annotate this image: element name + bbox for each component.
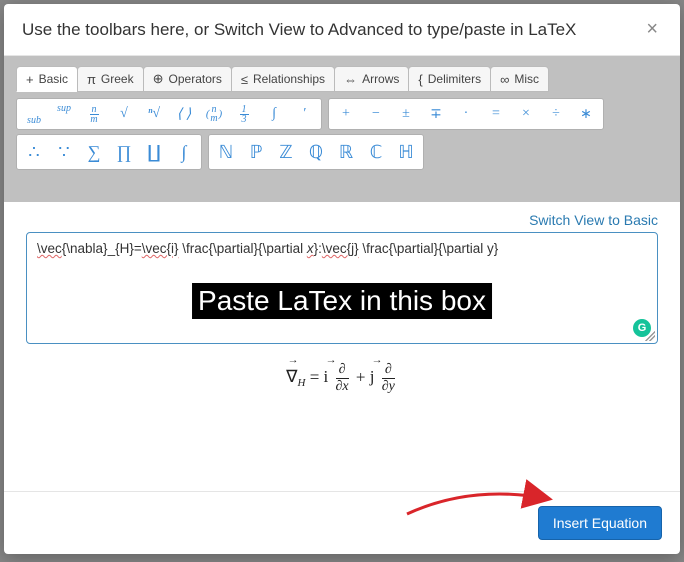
symbol-button[interactable]: × bbox=[511, 101, 541, 127]
symbol-button[interactable]: ÷ bbox=[541, 101, 571, 127]
symbol-button[interactable]: ∐ bbox=[139, 137, 169, 167]
symbol-button[interactable]: ∴ bbox=[19, 137, 49, 167]
equation-editor-modal: Use the toolbars here, or Switch View to… bbox=[4, 4, 680, 554]
symbol-button[interactable]: sup bbox=[49, 101, 79, 127]
symbol-button[interactable]: ℂ bbox=[361, 137, 391, 167]
symbol-button[interactable]: ℤ bbox=[271, 137, 301, 167]
symbol-button[interactable]: 13 bbox=[229, 101, 259, 127]
symbol-button[interactable]: ∏ bbox=[109, 137, 139, 167]
symbol-row-2: ∴∵∑∏∐∫ ℕℙℤℚℝℂℍ bbox=[16, 134, 668, 170]
symbol-button[interactable]: √ bbox=[109, 101, 139, 127]
symbol-button[interactable]: = bbox=[481, 101, 511, 127]
toolbar-area: +BasicπGreek⊕Operators≤Relationships⇔Arr… bbox=[4, 56, 680, 202]
symbol-row-1: subsupnm√ⁿ√⟨ ⟩(nm)13∫′ +−±∓·=×÷∗ bbox=[16, 98, 668, 130]
symbol-button[interactable]: ′ bbox=[289, 101, 319, 127]
symbol-group-a1: subsupnm√ⁿ√⟨ ⟩(nm)13∫′ bbox=[16, 98, 322, 130]
overlay-annotation: Paste LaTex in this box bbox=[192, 283, 492, 319]
symbol-button[interactable]: ∫ bbox=[259, 101, 289, 127]
symbol-group-b2: ℕℙℤℚℝℂℍ bbox=[208, 134, 424, 170]
symbol-button[interactable]: ℕ bbox=[211, 137, 241, 167]
tab-operators[interactable]: ⊕Operators bbox=[143, 66, 232, 92]
symbol-button[interactable]: ℝ bbox=[331, 137, 361, 167]
tab-delimiters[interactable]: {Delimiters bbox=[408, 66, 491, 92]
symbol-button[interactable]: nm bbox=[79, 101, 109, 127]
symbol-button[interactable]: ∓ bbox=[421, 101, 451, 127]
latex-text: \vec{\nabla}_{H}=\vec{i} \frac{\partial}… bbox=[37, 241, 498, 256]
symbol-button[interactable]: · bbox=[451, 101, 481, 127]
tab-basic[interactable]: +Basic bbox=[16, 66, 78, 92]
close-icon[interactable]: × bbox=[642, 18, 662, 41]
latex-input[interactable]: \vec{\nabla}_{H}=\vec{i} \frac{\partial}… bbox=[26, 232, 658, 344]
symbol-button[interactable]: ℙ bbox=[241, 137, 271, 167]
symbol-group-b1: ∴∵∑∏∐∫ bbox=[16, 134, 202, 170]
tab-misc[interactable]: ∞Misc bbox=[490, 66, 549, 92]
symbol-group-a2: +−±∓·=×÷∗ bbox=[328, 98, 604, 130]
switch-view-link[interactable]: Switch View to Basic bbox=[26, 212, 658, 228]
modal-header: Use the toolbars here, or Switch View to… bbox=[4, 4, 680, 56]
nabla-vec: ∇ bbox=[286, 367, 297, 387]
symbol-button[interactable]: (nm) bbox=[199, 101, 229, 127]
resize-handle-icon[interactable] bbox=[645, 331, 655, 341]
modal-title: Use the toolbars here, or Switch View to… bbox=[22, 20, 576, 40]
symbol-button[interactable]: ℍ bbox=[391, 137, 421, 167]
tab-greek[interactable]: πGreek bbox=[77, 66, 144, 92]
modal-footer: Insert Equation bbox=[4, 491, 680, 554]
symbol-button[interactable]: ⟨ ⟩ bbox=[169, 101, 199, 127]
symbol-button[interactable]: ⁿ√ bbox=[139, 101, 169, 127]
insert-equation-button[interactable]: Insert Equation bbox=[538, 506, 662, 540]
equation-preview: ∇H = i ∂∂x + j ∂∂y bbox=[26, 344, 658, 405]
symbol-button[interactable]: + bbox=[331, 101, 361, 127]
symbol-button[interactable]: ∗ bbox=[571, 101, 601, 127]
tab-arrows[interactable]: ⇔Arrows bbox=[334, 66, 409, 92]
symbol-button[interactable]: ℚ bbox=[301, 137, 331, 167]
tab-relationships[interactable]: ≤Relationships bbox=[231, 66, 335, 92]
symbol-button[interactable]: ± bbox=[391, 101, 421, 127]
symbol-button[interactable]: ∫ bbox=[169, 137, 199, 167]
symbol-button[interactable]: − bbox=[361, 101, 391, 127]
editor-body: Switch View to Basic \vec{\nabla}_{H}=\v… bbox=[4, 202, 680, 491]
symbol-button[interactable]: sub bbox=[19, 101, 49, 127]
symbol-button[interactable]: ∑ bbox=[79, 137, 109, 167]
category-tabs: +BasicπGreek⊕Operators≤Relationships⇔Arr… bbox=[16, 66, 668, 92]
symbol-button[interactable]: ∵ bbox=[49, 137, 79, 167]
